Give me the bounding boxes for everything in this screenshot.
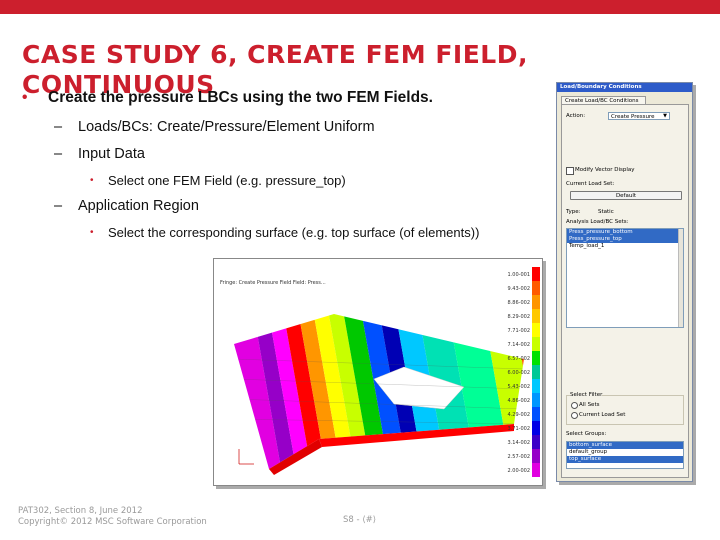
legend-swatch xyxy=(532,351,540,365)
dash-marker: – xyxy=(54,119,63,135)
legend-label: 3.71-002 xyxy=(508,426,530,432)
legend-label: 4.86-002 xyxy=(508,398,530,404)
list-scrollbar[interactable] xyxy=(678,229,683,327)
radio-all-sets-label: All Sets xyxy=(579,402,600,408)
list-item[interactable]: Press_pressure_bottom xyxy=(567,229,683,236)
bullet-level2: – Application Region xyxy=(20,197,565,216)
fringe-legend: 1.00-001 9.43-002 8.86-002 8.29-002 7.71-002… xyxy=(508,267,540,477)
bullet-marker: • xyxy=(90,227,94,238)
action-label: Action: xyxy=(566,113,586,119)
legend-swatch xyxy=(532,421,540,435)
legend-label: 6.57-002 xyxy=(508,356,530,362)
legend-label: 3.14-002 xyxy=(508,440,530,446)
legend-label: 2.00-002 xyxy=(508,468,530,474)
legend-swatch xyxy=(532,281,540,295)
bullet-level2: – Input Data xyxy=(20,145,565,164)
bullet-level2: – Loads/BCs: Create/Pressure/Element Uni… xyxy=(20,118,565,137)
legend-label: 7.71-002 xyxy=(508,328,530,334)
legend-label: 8.86-002 xyxy=(508,300,530,306)
type-value: Static xyxy=(598,209,614,215)
action-select[interactable]: Create Pressure ▼ xyxy=(608,112,670,120)
groups-list[interactable]: bottom_surface default_group top_surface xyxy=(566,441,684,469)
legend-swatch xyxy=(532,435,540,449)
list-item[interactable]: Press_pressure_top xyxy=(567,236,683,243)
footer-line1: PAT302, Section 8, June 2012 xyxy=(18,506,143,516)
legend-swatch xyxy=(532,449,540,463)
radio-current-set-label: Current Load Set xyxy=(579,412,626,418)
tab-body: Action: Create Pressure ▼ Modify Vector … xyxy=(561,104,689,478)
chevron-down-icon: ▼ xyxy=(663,113,667,119)
load-bc-panel: Load/Boundary Conditions Create Load/BC … xyxy=(556,82,693,482)
select-filter-label: Select Filter xyxy=(570,392,603,399)
bullet-level3: • Select the corresponding surface (e.g.… xyxy=(20,224,508,241)
legend-swatch xyxy=(532,365,540,379)
footer-line2: Copyright© 2012 MSC Software Corporation xyxy=(18,517,207,527)
legend-swatch xyxy=(532,309,540,323)
list-item[interactable]: top_surface xyxy=(567,456,683,463)
legend-swatch xyxy=(532,267,540,281)
bullet-text: Select the corresponding surface (e.g. t… xyxy=(108,225,480,240)
legend-swatch xyxy=(532,407,540,421)
page-number: S8 - ⟨#⟩ xyxy=(343,515,377,525)
vector-display-checkbox[interactable] xyxy=(566,167,574,175)
fem-fringe-viewport[interactable]: Fringe: Create Pressure Field Field: Pre… xyxy=(213,258,543,486)
existing-sets-label: Analysis Load/BC Sets: xyxy=(566,219,629,225)
vector-display-label: Modify Vector Display xyxy=(575,167,635,173)
bullet-list: • Create the pressure LBCs using the two… xyxy=(20,88,565,249)
legend-label: 5.43-002 xyxy=(508,384,530,390)
bullet-level3: • Select one FEM Field (e.g. pressure_to… xyxy=(20,172,508,189)
legend-swatch xyxy=(532,393,540,407)
fem-header: Fringe: Create Pressure Field Field: Pre… xyxy=(220,280,326,286)
axis-triad-icon xyxy=(238,449,254,465)
current-set-label: Current Load Set: xyxy=(566,181,615,187)
bullet-marker: • xyxy=(22,89,28,106)
select-filter-group: Select Filter All Sets Current Load Set xyxy=(566,392,684,425)
legend-swatch xyxy=(532,323,540,337)
legend-label: 7.14-002 xyxy=(508,342,530,348)
legend-swatch xyxy=(532,463,540,477)
panel-title: Load/Boundary Conditions xyxy=(557,83,692,92)
tab-create[interactable]: Create Load/BC Conditions xyxy=(561,96,646,104)
current-set-button[interactable]: Default xyxy=(570,191,682,200)
legend-label: 4.29-002 xyxy=(508,412,530,418)
bullet-text: Loads/BCs: Create/Pressure/Element Unifo… xyxy=(78,119,375,135)
dash-marker: – xyxy=(54,198,63,214)
list-item[interactable]: Temp_load_1 xyxy=(567,243,683,250)
dash-marker: – xyxy=(54,146,63,162)
legend-swatch xyxy=(532,379,540,393)
fem-plot: Fringe: Create Pressure Field Field: Pre… xyxy=(220,267,540,477)
radio-all-sets[interactable] xyxy=(571,402,578,409)
legend-label: 8.29-002 xyxy=(508,314,530,320)
legend-label: 1.00-001 xyxy=(508,272,530,278)
bullet-text: Select one FEM Field (e.g. pressure_top) xyxy=(108,173,346,188)
bullet-text: Application Region xyxy=(78,198,199,214)
legend-swatch xyxy=(532,295,540,309)
top-accent-bar xyxy=(0,0,720,14)
existing-sets-list[interactable]: Press_pressure_bottom Press_pressure_top… xyxy=(566,228,684,328)
legend-label: 2.57-002 xyxy=(508,454,530,460)
footer: PAT302, Section 8, June 2012 Copyright© … xyxy=(18,506,218,528)
list-item[interactable]: bottom_surface xyxy=(567,442,683,449)
select-groups-label: Select Groups: xyxy=(566,431,607,437)
legend-label: 6.00-002 xyxy=(508,370,530,376)
type-label: Type: xyxy=(566,209,581,215)
radio-current-set[interactable] xyxy=(571,412,578,419)
list-item[interactable]: default_group xyxy=(567,449,683,456)
legend-swatch xyxy=(532,337,540,351)
bullet-marker: • xyxy=(90,175,94,186)
bullet-text: Create the pressure LBCs using the two F… xyxy=(48,89,433,106)
bullet-level1: • Create the pressure LBCs using the two… xyxy=(20,88,565,108)
action-value: Create Pressure xyxy=(611,114,655,120)
bullet-text: Input Data xyxy=(78,146,145,162)
legend-label: 9.43-002 xyxy=(508,286,530,292)
fringe-plate xyxy=(234,314,524,469)
